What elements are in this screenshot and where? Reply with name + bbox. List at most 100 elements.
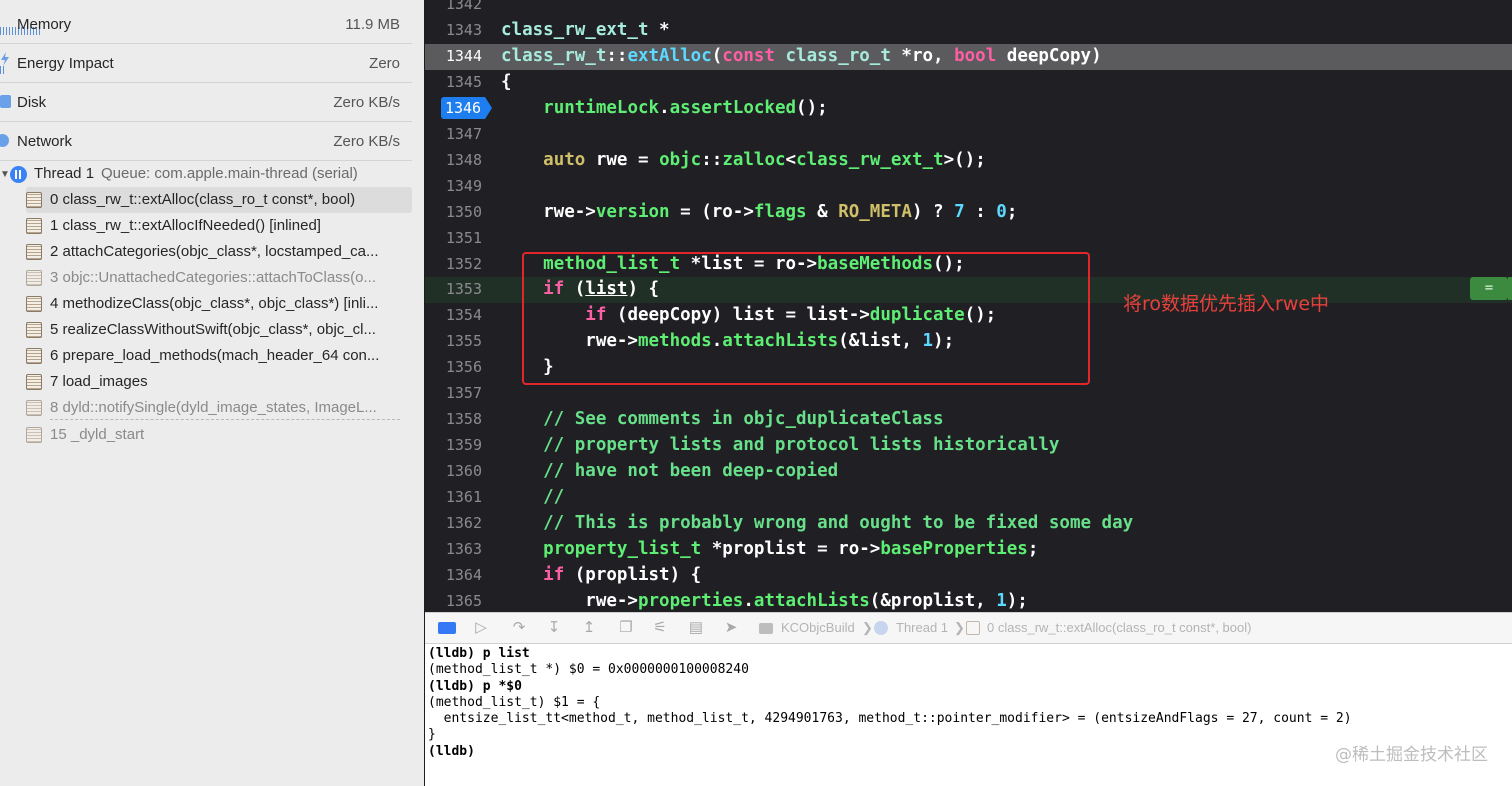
code-line[interactable]: 1358 // See comments in objc_duplicateCl… xyxy=(425,407,1512,433)
thread-icon xyxy=(874,621,888,635)
environment-overrides-icon[interactable]: ▤ xyxy=(687,619,705,637)
stack-frame[interactable]: 8 dyld::notifySingle(dyld_image_states, … xyxy=(26,395,412,421)
console-toggle-icon[interactable] xyxy=(438,622,456,634)
code-line[interactable]: 1365 rwe->properties.attachLists(&propli… xyxy=(425,589,1512,612)
code-text: { xyxy=(501,72,512,92)
disk-icon xyxy=(0,91,12,113)
line-number: 1355 xyxy=(445,332,482,350)
gauge-label: Disk xyxy=(17,94,47,111)
code-line[interactable]: 1347 xyxy=(425,122,1512,148)
console-prompt[interactable]: (lldb) xyxy=(428,744,475,759)
console-line: (lldb) p *$0 xyxy=(428,679,522,694)
code-line[interactable]: 1359 // property lists and protocol list… xyxy=(425,433,1512,459)
step-into-icon[interactable]: ↧ xyxy=(545,619,563,637)
line-number: 1342 xyxy=(445,0,482,13)
stack-frame[interactable]: 0 class_rw_t::extAlloc(class_ro_t const*… xyxy=(26,187,412,213)
stack-frame[interactable]: 1 class_rw_t::extAllocIfNeeded() [inline… xyxy=(26,213,412,239)
stack-frame[interactable]: 7 load_images xyxy=(26,369,412,395)
code-line[interactable]: 1345 { xyxy=(425,70,1512,96)
breadcrumb-target[interactable]: KCObjcBuild xyxy=(781,620,855,635)
console-line: entsize_list_tt<method_t, method_list_t,… xyxy=(428,711,1352,726)
code-line[interactable]: 1343 class_rw_ext_t * xyxy=(425,18,1512,44)
breadcrumb-thread[interactable]: Thread 1 xyxy=(896,620,948,635)
code-line[interactable]: 1349 xyxy=(425,174,1512,200)
line-number: 1363 xyxy=(445,540,482,558)
gauge-label: Network xyxy=(17,133,73,150)
continue-icon[interactable]: ▷ xyxy=(472,619,490,637)
stack-frame-label: 2 attachCategories(objc_class*, locstamp… xyxy=(50,243,379,260)
stack-frame-icon xyxy=(26,374,42,390)
source-editor[interactable]: 1342 1343 class_rw_ext_t * 1344 class_rw… xyxy=(425,0,1512,612)
location-icon[interactable]: ➤ xyxy=(722,619,740,637)
view-hierarchy-icon[interactable]: ❐ xyxy=(617,619,635,637)
thread-row[interactable]: ▼ Thread 1 Queue: com.apple.main-thread … xyxy=(0,162,412,186)
code-line[interactable]: 1350 rwe->version = (ro->flags & RO_META… xyxy=(425,200,1512,226)
gauge-network[interactable]: Network Zero KB/s xyxy=(0,122,412,161)
line-number: 1354 xyxy=(445,306,482,324)
watermark: @稀土掘金技术社区 xyxy=(1335,745,1488,765)
line-number: 1365 xyxy=(445,592,482,610)
code-text: property_list_t *proplist = ro->baseProp… xyxy=(543,539,1039,559)
code-text: rwe->properties.attachLists(&proplist, 1… xyxy=(501,591,1028,611)
line-number: 1344 xyxy=(445,47,482,65)
breadcrumb-frame[interactable]: 0 class_rw_t::extAlloc(class_ro_t const*… xyxy=(987,620,1251,635)
code-line[interactable]: 1363 property_list_t *proplist = ro->bas… xyxy=(425,537,1512,563)
instruction-pointer-edge xyxy=(1508,277,1512,300)
code-comment: // This is probably wrong and ought to b… xyxy=(501,513,1134,533)
lldb-console[interactable]: (lldb) p list (method_list_t *) $0 = 0x0… xyxy=(425,644,1512,786)
console-line: (method_list_t *) $0 = 0x000000010000824… xyxy=(428,662,749,677)
step-out-icon[interactable]: ↥ xyxy=(580,619,598,637)
stack-frame[interactable]: 6 prepare_load_methods(mach_header_64 co… xyxy=(26,343,412,369)
breakpoint-marker[interactable]: 1346 xyxy=(441,97,492,119)
stack-frame[interactable]: 3 objc::UnattachedCategories::attachToCl… xyxy=(26,265,412,291)
console-line: (method_list_t) $1 = { xyxy=(428,695,601,710)
line-number: 1357 xyxy=(445,384,482,402)
stack-frame[interactable]: 4 methodizeClass(objc_class*, objc_class… xyxy=(26,291,412,317)
gauge-value: Zero KB/s xyxy=(333,94,400,111)
code-line[interactable]: 1348 auto rwe = objc::zalloc<class_rw_ex… xyxy=(425,148,1512,174)
code-line[interactable]: 1342 xyxy=(425,0,1512,18)
stack-frame-label: 1 class_rw_t::extAllocIfNeeded() [inline… xyxy=(50,217,321,234)
code-line[interactable]: 1351 xyxy=(425,226,1512,252)
line-number: 1345 xyxy=(445,73,482,91)
code-comment: // xyxy=(501,487,565,507)
disclosure-triangle-icon[interactable]: ▼ xyxy=(0,169,10,180)
stack-frame-label: 3 objc::UnattachedCategories::attachToCl… xyxy=(50,269,377,286)
gauge-value: Zero xyxy=(369,55,400,72)
stack-frame-label: 15 _dyld_start xyxy=(50,426,145,443)
gauge-energy[interactable]: Energy Impact Zero xyxy=(0,44,412,83)
stack-frame-icon xyxy=(26,400,42,416)
line-number: 1350 xyxy=(445,203,482,221)
code-line[interactable]: 1360 // have not been deep-copied xyxy=(425,459,1512,485)
energy-icon xyxy=(0,52,12,74)
code-line-current[interactable]: 1344 class_rw_t::extAlloc(const class_ro… xyxy=(425,44,1512,70)
memory-graph-icon[interactable]: ⚟ xyxy=(651,619,669,637)
line-number: 1356 xyxy=(445,358,482,376)
stack-frame-icon xyxy=(26,322,42,338)
stack-frame[interactable]: 15 _dyld_start xyxy=(26,422,412,448)
gauge-disk[interactable]: Disk Zero KB/s xyxy=(0,83,412,122)
code-line[interactable]: 1361 // xyxy=(425,485,1512,511)
code-line[interactable]: 1346 runtimeLock.assertLocked(); xyxy=(425,96,1512,122)
chevron-right-icon: ❯ xyxy=(954,620,965,635)
stack-frame[interactable]: 2 attachCategories(objc_class*, locstamp… xyxy=(26,239,412,265)
code-line[interactable]: 1362 // This is probably wrong and ought… xyxy=(425,511,1512,537)
code-text: auto rwe = objc::zalloc<class_rw_ext_t>(… xyxy=(543,150,986,170)
stack-frame-icon xyxy=(26,192,42,208)
app-icon xyxy=(759,623,773,634)
code-comment: // See comments in objc_duplicateClass xyxy=(501,409,944,429)
thread-icon xyxy=(10,166,27,183)
gauge-memory[interactable]: Memory 11.9 MB xyxy=(0,5,412,44)
line-number: 1360 xyxy=(445,462,482,480)
step-over-icon[interactable]: ↷ xyxy=(510,619,528,637)
stack-frame-icon xyxy=(966,621,980,635)
code-text: class_rw_t::extAlloc(const class_ro_t *r… xyxy=(501,46,1102,66)
stack-frame-label: 6 prepare_load_methods(mach_header_64 co… xyxy=(50,347,380,364)
code-line[interactable]: 1364 if (proplist) { xyxy=(425,563,1512,589)
line-number: 1349 xyxy=(445,177,482,195)
line-number: 1361 xyxy=(445,488,482,506)
stack-frame-icon xyxy=(26,427,42,443)
instruction-pointer-marker[interactable]: = xyxy=(1470,277,1508,300)
stack-frame[interactable]: 5 realizeClassWithoutSwift(objc_class*, … xyxy=(26,317,412,343)
line-number: 1364 xyxy=(445,566,482,584)
